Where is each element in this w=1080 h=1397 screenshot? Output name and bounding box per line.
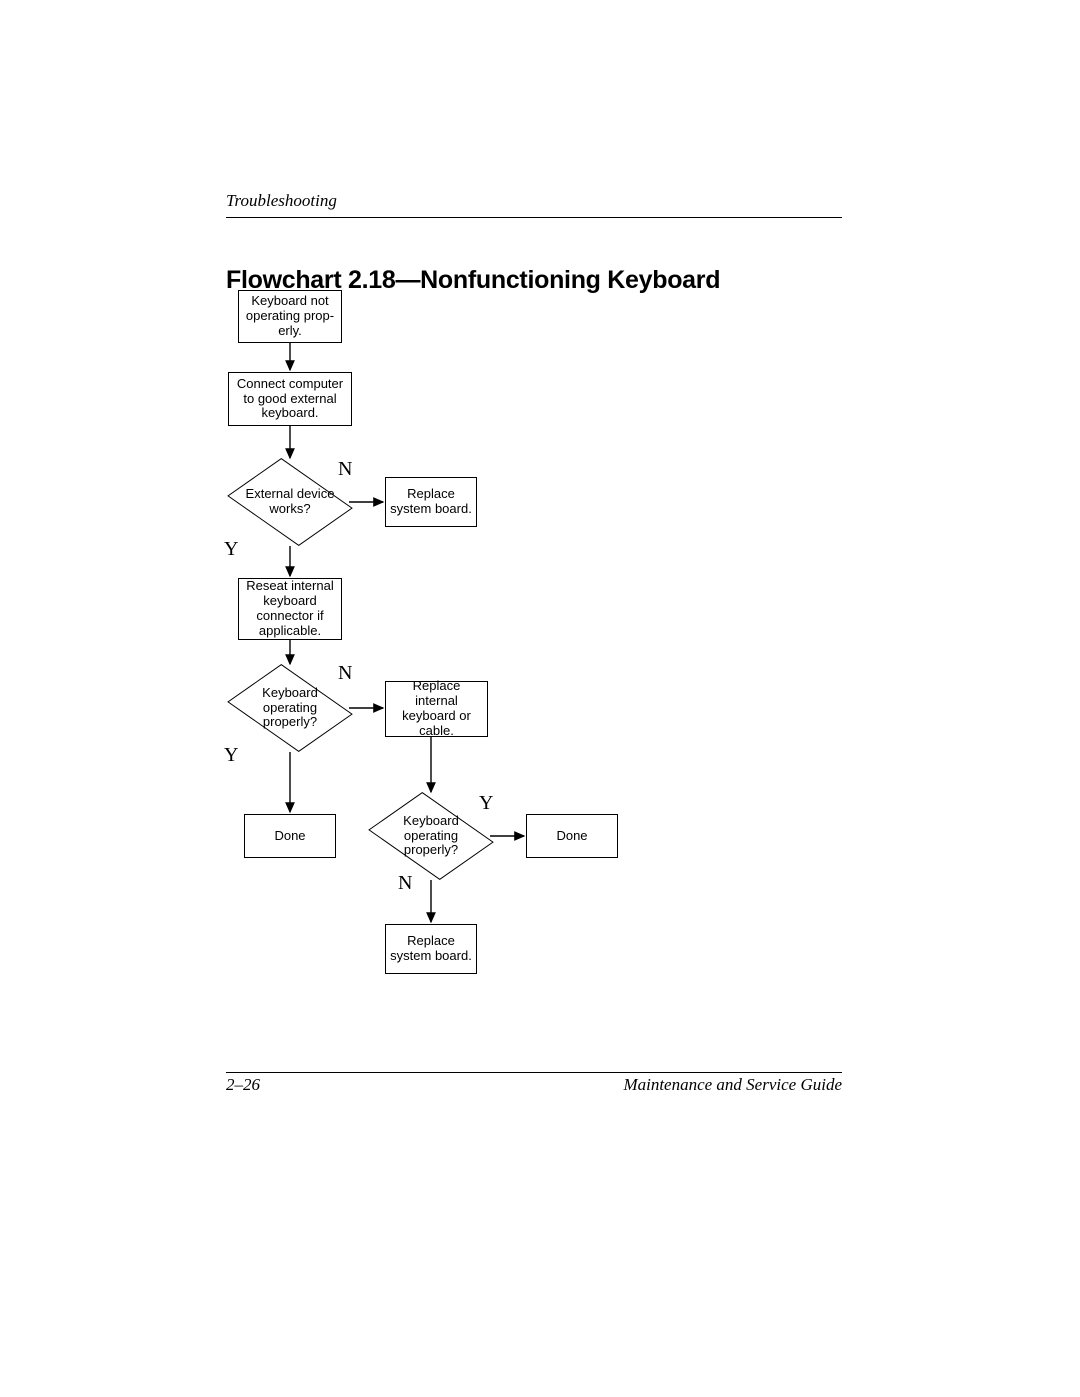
- header-section: Troubleshooting: [226, 191, 842, 211]
- label-no-3: N: [398, 872, 412, 895]
- label-yes-3: Y: [479, 792, 493, 815]
- node-replace-sb-1-text: Replace system board.: [390, 487, 472, 517]
- node-start-text: Keyboard not operating prop­erly.: [243, 294, 337, 339]
- flowchart: Keyboard not operating prop­erly. Connec…: [226, 290, 842, 1060]
- page-footer: 2–26 Maintenance and Service Guide: [226, 1072, 842, 1095]
- node-kb-op-1-text: Keyboard operating properly?: [231, 664, 349, 752]
- header-rule: [226, 217, 842, 218]
- node-kb-op-2: Keyboard operating properly?: [372, 792, 490, 880]
- node-ext-works: External device works?: [231, 458, 349, 546]
- footer-page: 2–26: [226, 1075, 260, 1095]
- node-replace-kb-text: Replace internal keyboard or cable.: [390, 679, 483, 739]
- node-done-1: Done: [244, 814, 336, 858]
- node-replace-kb: Replace internal keyboard or cable.: [385, 681, 488, 737]
- node-done-1-text: Done: [274, 829, 305, 844]
- node-done-2: Done: [526, 814, 618, 858]
- node-replace-sb-2: Replace system board.: [385, 924, 477, 974]
- page-header: Troubleshooting Flowchart 2.18—Nonfuncti…: [226, 191, 842, 295]
- node-done-2-text: Done: [556, 829, 587, 844]
- node-reseat-text: Reseat internal key­board connector if a…: [243, 579, 337, 639]
- node-kb-op-1: Keyboard operating properly?: [231, 664, 349, 752]
- node-reseat: Reseat internal key­board connector if a…: [238, 578, 342, 640]
- footer-rule: [226, 1072, 842, 1073]
- node-connect: Connect computer to good external key­bo…: [228, 372, 352, 426]
- label-no-1: N: [338, 458, 352, 481]
- footer-doc: Maintenance and Service Guide: [623, 1075, 842, 1095]
- node-kb-op-2-text: Keyboard operating properly?: [372, 792, 490, 880]
- label-yes-2: Y: [224, 744, 238, 767]
- label-yes-1: Y: [224, 538, 238, 561]
- node-start: Keyboard not operating prop­erly.: [238, 290, 342, 343]
- node-replace-sb-2-text: Replace system board.: [390, 934, 472, 964]
- label-no-2: N: [338, 662, 352, 685]
- node-ext-works-text: External device works?: [231, 458, 349, 546]
- node-replace-sb-1: Replace system board.: [385, 477, 477, 527]
- node-connect-text: Connect computer to good external key­bo…: [233, 377, 347, 422]
